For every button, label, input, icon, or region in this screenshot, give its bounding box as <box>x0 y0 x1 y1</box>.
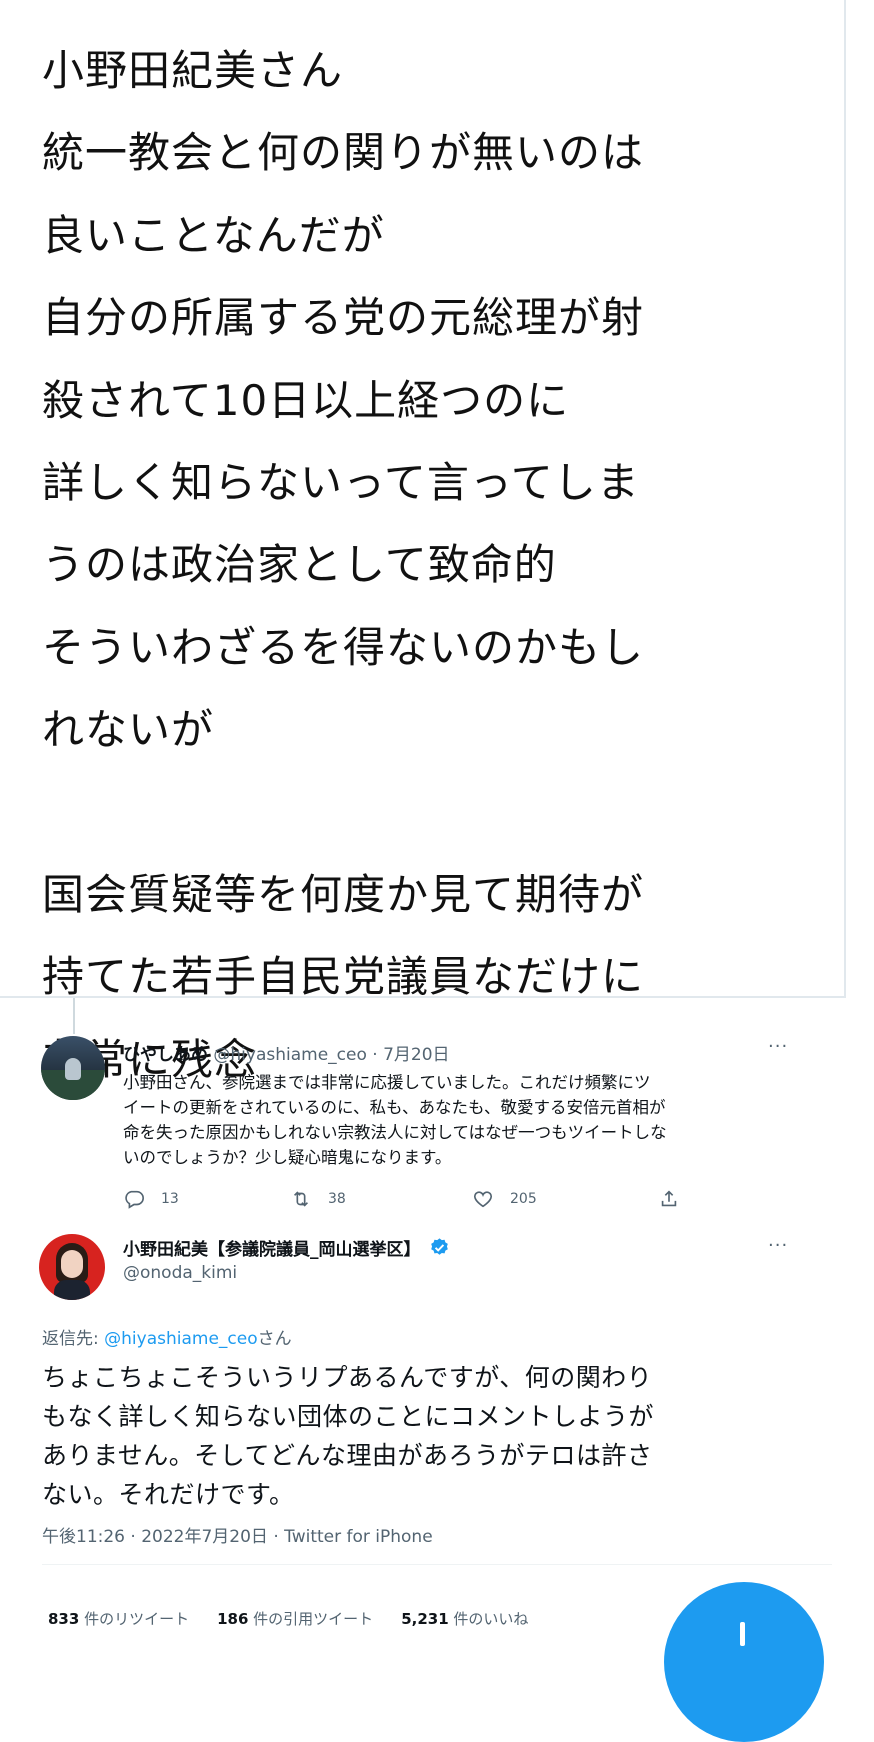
replying-to-link[interactable]: @hiyashiame_ceo <box>104 1329 257 1349</box>
quote-text-card: 小野田紀美さん 統一教会と何の関りが無いのは 良いことなんだが 自分の所属する党… <box>0 0 846 1084</box>
quote-line <box>42 772 832 854</box>
retweet-button[interactable]: 38 <box>290 1188 346 1210</box>
reply-date[interactable]: · 7月20日 <box>372 1045 449 1065</box>
main-tweet-text: ちょこちょこそういうリプあるんですが、何の関わり もなく詳しく知らない団体のこと… <box>42 1358 832 1514</box>
quotes-value: 186 <box>217 1610 249 1628</box>
main-text-line: ちょこちょこそういうリプあるんですが、何の関わり <box>42 1363 653 1392</box>
quote-line: れないが <box>42 705 215 755</box>
likes-value: 5,231 <box>401 1610 449 1628</box>
replying-to: 返信先: @hiyashiame_ceoさん <box>42 1324 292 1349</box>
quote-line: 小野田紀美さん <box>42 46 344 95</box>
quote-line: 統一教会と何の関りが無いのは <box>42 128 645 178</box>
likes-label: 件のいいね <box>448 1610 529 1628</box>
reply-text-line: 命を失った原因かもしれない宗教法人に対してはなぜ一つもツイートしな <box>123 1123 667 1142</box>
tweet-stats: 833 件のリツイート 186 件の引用ツイート 5,231 件のいいね <box>48 1608 528 1629</box>
reply-button[interactable]: 13 <box>123 1188 179 1210</box>
replying-to-suffix: さん <box>257 1329 292 1349</box>
retweet-count: 38 <box>328 1191 346 1207</box>
reply-text-line: 小野田さん、参院選までは非常に応援していました。これだけ頻繁にツ <box>123 1073 651 1092</box>
quote-line: うのは政治家として致命的 <box>42 540 557 590</box>
reply-display-name[interactable]: ひやしあめ <box>123 1045 208 1065</box>
main-display-name[interactable]: 小野田紀美【参議院議員_岡山選挙区】 <box>123 1235 421 1260</box>
reply-text-line: いのでしょうか？少し疑心暗鬼になります。 <box>123 1148 452 1167</box>
reply-handle[interactable]: @hiyashiame_ceo <box>213 1045 366 1065</box>
quote-line: 良いことなんだが <box>42 210 385 260</box>
quote-text: 小野田紀美さん 統一教会と何の関りが無いのは 良いことなんだが 自分の所属する党… <box>42 30 832 1101</box>
like-button[interactable]: 205 <box>472 1188 537 1210</box>
quote-line: 殺されて10日以上経つのに <box>42 375 570 425</box>
reply-tweet-header: ひやしあめ @hiyashiame_ceo · 7月20日 <box>123 1040 450 1065</box>
main-text-line: もなく詳しく知らない団体のことにコメントしようが <box>42 1402 655 1431</box>
reply-tweet-text: 小野田さん、参院選までは非常に応援していました。これだけ頻繁にツ イートの更新を… <box>123 1070 783 1170</box>
like-icon <box>473 1191 493 1208</box>
divider <box>42 1564 832 1565</box>
share-button[interactable] <box>658 1188 680 1210</box>
retweets-value: 833 <box>48 1610 80 1628</box>
main-text-line: ない。それだけです。 <box>42 1480 295 1509</box>
main-handle[interactable]: @onoda_kimi <box>123 1263 237 1283</box>
retweet-icon <box>293 1191 309 1207</box>
compose-plus-icon <box>740 1622 745 1646</box>
replying-to-prefix: 返信先: <box>42 1329 105 1349</box>
main-author-avatar[interactable] <box>39 1234 105 1300</box>
more-icon[interactable]: ··· <box>768 1235 788 1256</box>
quote-line: そういわざるを得ないのかもし <box>42 622 645 672</box>
quotes-stat[interactable]: 186 件の引用ツイート <box>217 1608 373 1629</box>
like-count: 205 <box>510 1191 537 1207</box>
more-icon[interactable]: ··· <box>768 1036 788 1057</box>
verified-badge-icon <box>430 1238 448 1255</box>
reply-author-avatar[interactable] <box>41 1036 105 1100</box>
tweet-thread: ひやしあめ @hiyashiame_ceo · 7月20日 ··· 小野田さん、… <box>0 998 874 1742</box>
likes-stat[interactable]: 5,231 件のいいね <box>401 1608 528 1629</box>
reply-count: 13 <box>161 1191 179 1207</box>
reply-icon <box>125 1190 144 1209</box>
share-icon <box>661 1190 677 1207</box>
thread-connector <box>73 998 75 1034</box>
reply-text-line: イートの更新をされているのに、私も、あなたも、敬愛する安倍元首相が <box>123 1098 666 1117</box>
quote-line: 国会質疑等を何度か見て期待が <box>42 869 645 919</box>
quotes-label: 件の引用ツイート <box>248 1610 374 1628</box>
quote-line: 自分の所属する党の元総理が射 <box>42 293 645 343</box>
main-display-name-row[interactable]: 小野田紀美【参議院議員_岡山選挙区】 <box>123 1235 450 1260</box>
compose-fab[interactable] <box>664 1582 824 1742</box>
retweets-stat[interactable]: 833 件のリツイート <box>48 1608 189 1629</box>
main-text-line: ありません。そしてどんな理由があろうがテロは許さ <box>42 1441 653 1470</box>
tweet-timestamp[interactable]: 午後11:26 · 2022年7月20日 · Twitter for iPhon… <box>42 1522 433 1547</box>
retweets-label: 件のリツイート <box>79 1610 190 1628</box>
quote-line: 詳しく知らないって言ってしま <box>42 457 640 507</box>
